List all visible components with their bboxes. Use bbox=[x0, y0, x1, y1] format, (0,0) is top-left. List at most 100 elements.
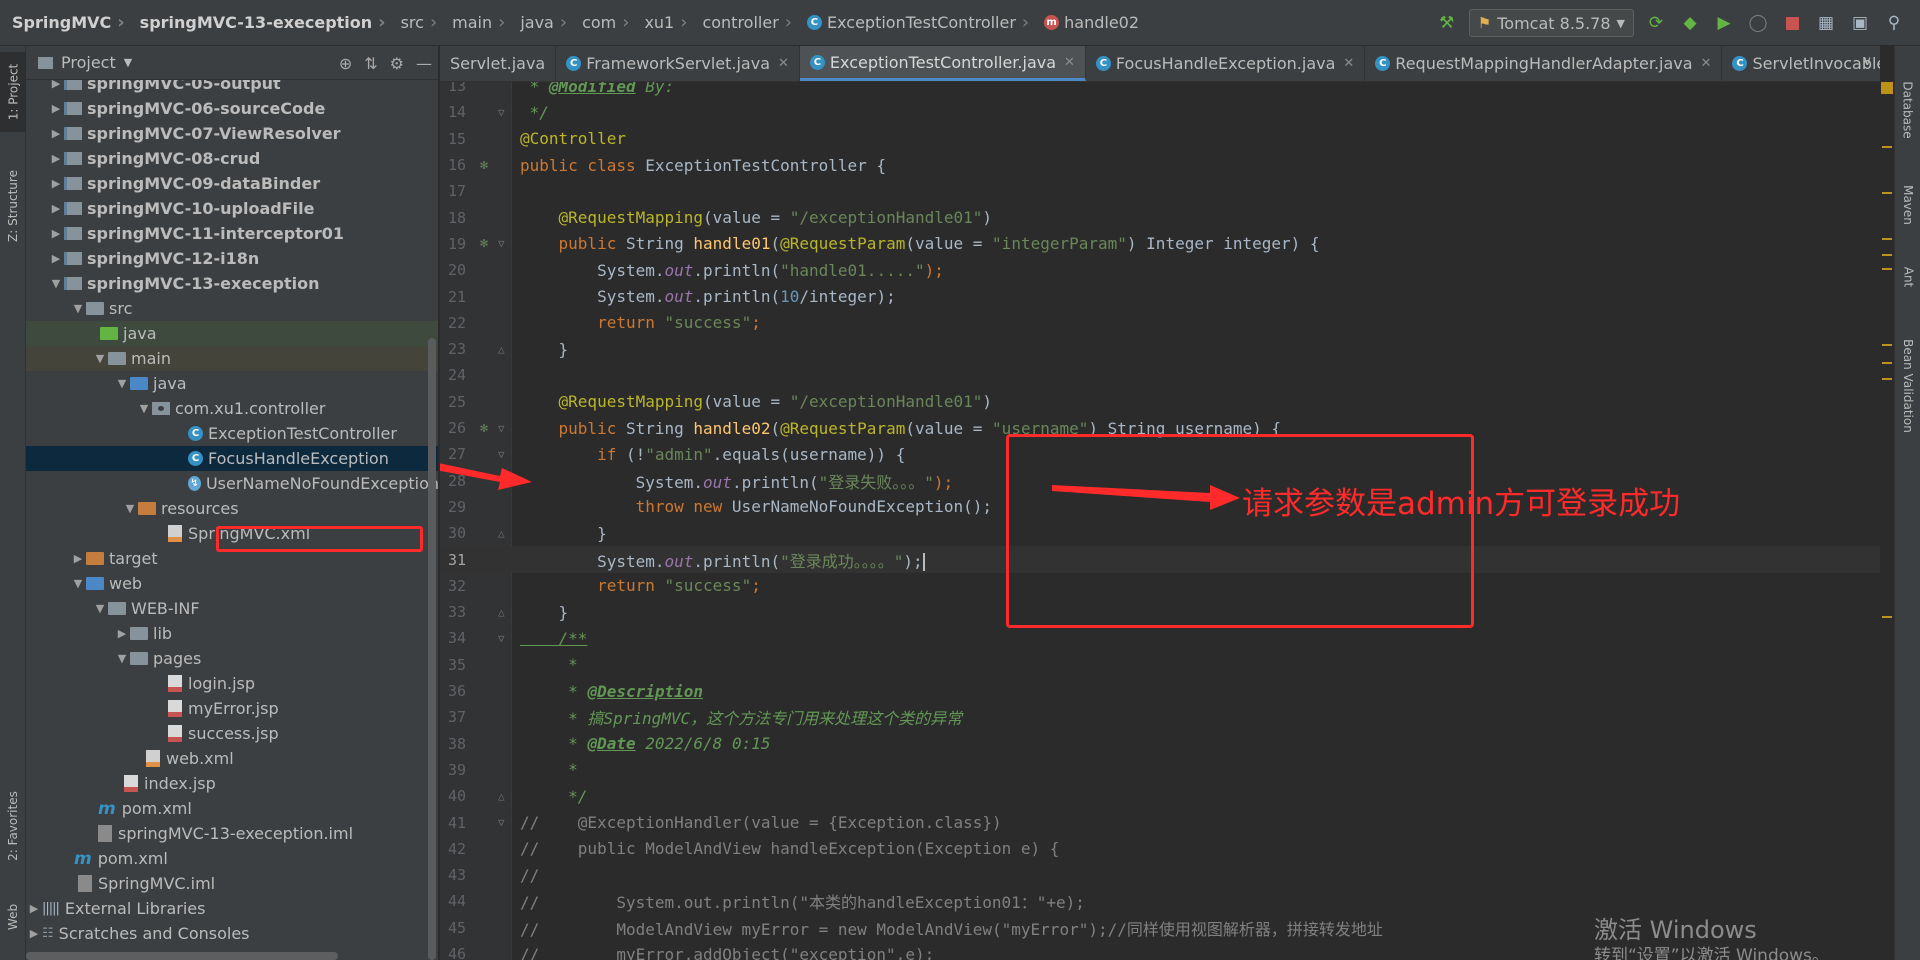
tree-item-file[interactable]: web.xml bbox=[26, 746, 438, 771]
breadcrumb-com[interactable]: com › bbox=[570, 12, 632, 33]
code-line[interactable]: 24 bbox=[440, 362, 1880, 388]
code-line[interactable]: 22 return "success"; bbox=[440, 310, 1880, 336]
collapse-arrow-icon[interactable]: ▼ bbox=[70, 302, 86, 315]
breadcrumb-method[interactable]: m handle02 bbox=[1032, 13, 1142, 32]
chevron-down-icon[interactable]: ▼ bbox=[124, 56, 132, 69]
layout-icon[interactable]: ▣ bbox=[1848, 11, 1872, 35]
stop-icon[interactable] bbox=[1780, 11, 1804, 35]
warning-marker[interactable] bbox=[1882, 192, 1892, 194]
expand-arrow-icon[interactable]: ▶ bbox=[48, 252, 64, 265]
tab-servlet[interactable]: Servlet.java bbox=[440, 46, 557, 81]
warning-marker[interactable] bbox=[1882, 378, 1892, 380]
tree-item-folder[interactable]: ▶ lib bbox=[26, 621, 438, 646]
project-panel-title[interactable]: Project bbox=[61, 53, 116, 72]
collapse-arrow-icon[interactable]: ▼ bbox=[92, 352, 108, 365]
tool-tab-database[interactable]: Database bbox=[1895, 70, 1920, 150]
collapse-arrow-icon[interactable]: ▼ bbox=[70, 577, 86, 590]
tool-tab-ant[interactable]: Ant bbox=[1895, 252, 1920, 302]
collapse-arrow-icon[interactable]: ▼ bbox=[114, 377, 130, 390]
expand-arrow-icon[interactable]: ▶ bbox=[48, 80, 64, 90]
tree-item-package[interactable]: ▼ com.xu1.controller bbox=[26, 396, 438, 421]
code-line[interactable]: 16 ✻ public class ExceptionTestController … bbox=[440, 152, 1880, 178]
tree-item-module[interactable]: ▶ springMVC-10-uploadFile bbox=[26, 196, 438, 221]
tab-focushandleexception[interactable]: C FocusHandleException.java ✕ bbox=[1086, 46, 1366, 81]
debug-bug-icon[interactable]: ◆ bbox=[1678, 11, 1702, 35]
breadcrumb-module[interactable]: springMVC-13-exeception › bbox=[128, 12, 389, 33]
collapse-arrow-icon[interactable]: ▼ bbox=[122, 502, 138, 515]
vertical-scrollbar[interactable] bbox=[428, 338, 436, 960]
tree-item-libraries[interactable]: ▶ ||||| External Libraries bbox=[26, 896, 438, 921]
tree-item-scratches[interactable]: ▶ ☷ Scratches and Consoles bbox=[26, 921, 438, 946]
close-icon[interactable]: ✕ bbox=[1701, 56, 1712, 71]
warning-marker[interactable] bbox=[1882, 238, 1892, 240]
tree-item-folder[interactable]: ▼ resources bbox=[26, 496, 438, 521]
minimize-icon[interactable]: — bbox=[416, 54, 432, 73]
warning-marker[interactable] bbox=[1882, 362, 1892, 364]
tree-item-file[interactable]: springMVC-13-exeception.iml bbox=[26, 821, 438, 846]
fold-icon[interactable]: ▽ bbox=[498, 448, 505, 461]
warning-icon[interactable] bbox=[1881, 82, 1893, 94]
code-line[interactable]: 34 ▽ /** bbox=[440, 625, 1880, 651]
code-line[interactable]: 41 ▽ // @ExceptionHandler(value = {Excepti… bbox=[440, 809, 1880, 835]
endpoint-gutter-icon[interactable]: ✻ bbox=[474, 236, 494, 251]
tree-item-module[interactable]: ▶ springMVC-05-output bbox=[26, 80, 438, 96]
collapse-arrow-icon[interactable]: ▼ bbox=[48, 277, 64, 290]
tree-item-file[interactable]: myError.jsp bbox=[26, 696, 438, 721]
code-line[interactable]: 18 @RequestMapping(value = "/exceptionHa… bbox=[440, 205, 1880, 231]
code-line[interactable]: 25 @RequestMapping(value = "/exceptionHa… bbox=[440, 389, 1880, 415]
close-icon[interactable]: ✕ bbox=[1064, 55, 1075, 70]
fold-icon[interactable]: △ bbox=[498, 790, 505, 803]
expand-arrow-icon[interactable]: ▶ bbox=[70, 552, 86, 565]
tree-item-folder[interactable]: java bbox=[26, 321, 438, 346]
tool-tab-bean-validation[interactable]: Bean Validation bbox=[1895, 326, 1920, 446]
warning-marker[interactable] bbox=[1882, 344, 1892, 346]
gear-icon[interactable]: ⚙ bbox=[390, 54, 404, 73]
expand-arrow-icon[interactable]: ▶ bbox=[26, 902, 42, 915]
fold-icon[interactable]: ▽ bbox=[498, 422, 505, 435]
code-line[interactable]: 14 ▽ */ bbox=[440, 99, 1880, 125]
collapse-all-icon[interactable]: ⇅ bbox=[364, 54, 377, 73]
warning-marker[interactable] bbox=[1882, 616, 1892, 618]
tree-item-module[interactable]: ▶ springMVC-09-dataBinder bbox=[26, 171, 438, 196]
warning-marker[interactable] bbox=[1882, 146, 1892, 148]
tool-tab-maven[interactable]: Maven bbox=[1895, 170, 1920, 240]
tree-item-module[interactable]: ▶ springMVC-11-interceptor01 bbox=[26, 221, 438, 246]
expand-arrow-icon[interactable]: ▶ bbox=[48, 202, 64, 215]
tool-tab-project[interactable]: 1: Project bbox=[0, 52, 26, 132]
code-line[interactable]: 42 // public ModelAndView handleException… bbox=[440, 836, 1880, 862]
code-line[interactable]: 39 * bbox=[440, 757, 1880, 783]
tree-item-file[interactable]: m pom.xml bbox=[26, 796, 438, 821]
close-icon[interactable]: ✕ bbox=[778, 56, 789, 71]
tree-item-file[interactable]: index.jsp bbox=[26, 771, 438, 796]
code-line[interactable]: 40 △ */ bbox=[440, 783, 1880, 809]
fold-icon[interactable]: △ bbox=[498, 606, 505, 619]
tree-item-module[interactable]: ▶ springMVC-06-sourceCode bbox=[26, 96, 438, 121]
code-line[interactable]: 17 bbox=[440, 178, 1880, 204]
collapse-arrow-icon[interactable]: ▼ bbox=[114, 652, 130, 665]
fold-icon[interactable]: ▽ bbox=[498, 237, 505, 250]
breadcrumb-main[interactable]: main › bbox=[440, 12, 508, 33]
code-line[interactable]: 38 * @Date 2022/6/8 0:15 bbox=[440, 731, 1880, 757]
code-line[interactable]: 36 * @Description bbox=[440, 678, 1880, 704]
expand-arrow-icon[interactable]: ▶ bbox=[48, 227, 64, 240]
tool-tab-web[interactable]: Web bbox=[0, 892, 26, 942]
tab-list-chevron-icon[interactable]: ∨ bbox=[1862, 54, 1872, 69]
code-line[interactable]: 35 * bbox=[440, 652, 1880, 678]
tree-item-module[interactable]: ▶ springMVC-08-crud bbox=[26, 146, 438, 171]
coverage-icon[interactable]: ▶ bbox=[1712, 11, 1736, 35]
tab-requestmappinghandleradapter[interactable]: C RequestMappingHandlerAdapter.java ✕ bbox=[1365, 46, 1723, 81]
tree-item-file[interactable]: SpringMVC.iml bbox=[26, 871, 438, 896]
tree-item-class[interactable]: C FocusHandleException bbox=[26, 446, 438, 471]
expand-arrow-icon[interactable]: ▶ bbox=[48, 102, 64, 115]
collapse-arrow-icon[interactable]: ▼ bbox=[136, 402, 152, 415]
breadcrumb-xu1[interactable]: xu1 › bbox=[632, 12, 690, 33]
code-editor[interactable]: 13 * @Modified By: 14 ▽ */ 15 @Controller … bbox=[440, 82, 1880, 960]
run-configuration-select[interactable]: ⚑ Tomcat 8.5.78 ▼ bbox=[1468, 9, 1634, 37]
code-line[interactable]: 23 △ } bbox=[440, 336, 1880, 362]
fold-icon[interactable]: △ bbox=[498, 343, 505, 356]
tree-item-file[interactable]: login.jsp bbox=[26, 671, 438, 696]
tool-tab-structure[interactable]: Z: Structure bbox=[0, 156, 26, 256]
expand-arrow-icon[interactable]: ▶ bbox=[48, 152, 64, 165]
tree-item-module[interactable]: ▶ springMVC-07-ViewResolver bbox=[26, 121, 438, 146]
expand-arrow-icon[interactable]: ▶ bbox=[26, 927, 42, 940]
